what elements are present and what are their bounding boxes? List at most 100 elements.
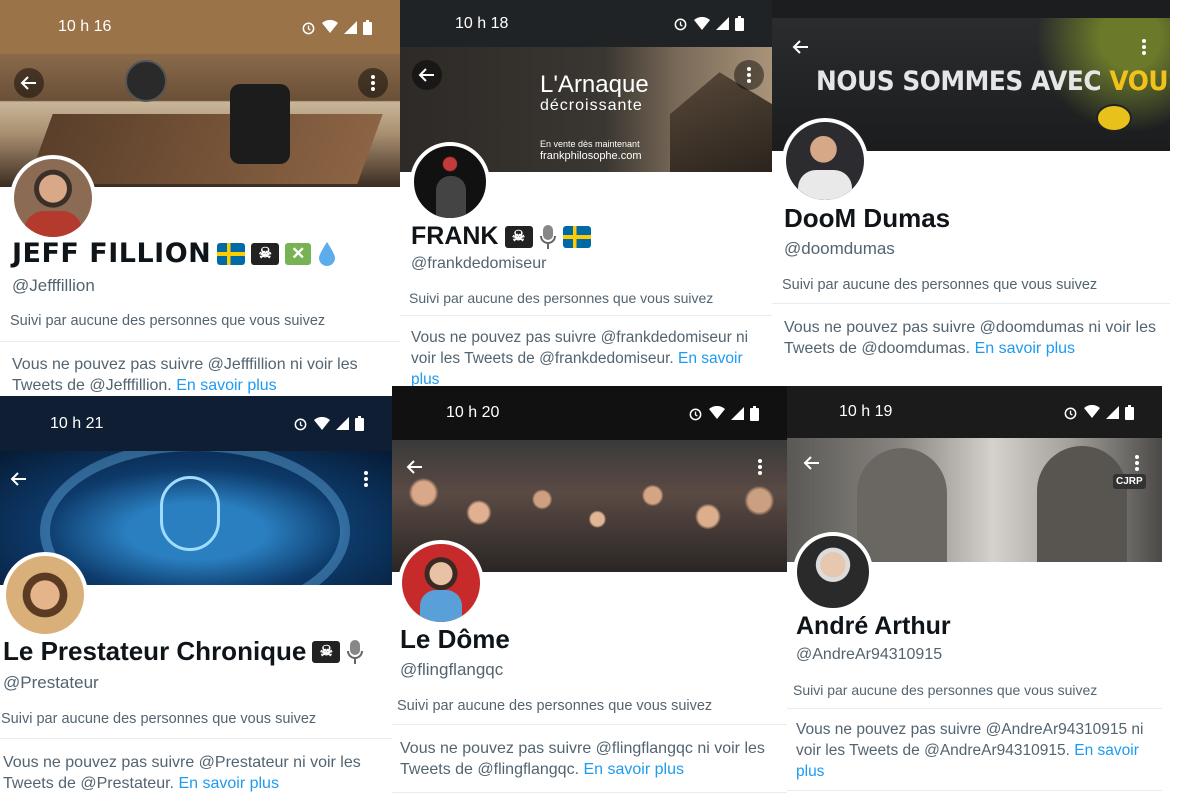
status-icons bbox=[1063, 404, 1134, 420]
pirate-flag-icon: ☠ bbox=[251, 242, 280, 265]
banner-subtitle: décroissante bbox=[540, 97, 643, 114]
wifi-icon bbox=[694, 16, 710, 30]
divider bbox=[0, 738, 392, 739]
banner-line1: En vente dès maintenant bbox=[540, 139, 640, 149]
profile-panel-jeff: 10 h 16 JEFF FILLION ☠ ✕ @Jefffillion Su… bbox=[0, 0, 400, 396]
profile-name-text: DooM Dumas bbox=[784, 203, 951, 233]
alarm-icon bbox=[294, 418, 307, 431]
more-button[interactable] bbox=[734, 60, 764, 90]
back-button[interactable] bbox=[412, 60, 442, 90]
divider bbox=[787, 790, 1162, 791]
flag-sweden-icon bbox=[217, 242, 246, 265]
profile-panel-prestateur: 10 h 21 Le Prestateur Chronique ☠ @Prest… bbox=[0, 396, 392, 808]
banner-headline: NOUS SOMMES AVEC VOUS bbox=[816, 66, 1170, 97]
profile-panel-frank: 10 h 18 L'Arnaque décroissante En vente … bbox=[400, 0, 772, 386]
profile-name: JEFF FILLION ☠ ✕ bbox=[12, 238, 337, 269]
profile-name-text: Le Prestateur Chronique bbox=[3, 636, 307, 666]
microphone-icon bbox=[347, 639, 364, 664]
more-button[interactable] bbox=[1129, 32, 1159, 62]
avatar-shirt bbox=[798, 170, 852, 200]
profile-name-text: André Arthur bbox=[796, 612, 951, 640]
profile-panel-ledome: 10 h 20 Le Dôme @flingflangqc Suivi par … bbox=[392, 386, 787, 808]
profile-handle: @flingflangqc bbox=[400, 660, 504, 679]
profile-name: Le Dôme bbox=[400, 624, 510, 655]
battery-icon bbox=[750, 405, 759, 421]
status-time: 10 h 21 bbox=[50, 414, 104, 432]
more-button[interactable] bbox=[1122, 448, 1152, 478]
avatar[interactable] bbox=[398, 540, 484, 626]
arrow-left-icon bbox=[418, 68, 434, 82]
back-button[interactable] bbox=[14, 68, 44, 98]
signal-icon bbox=[336, 417, 349, 430]
banner-microphone bbox=[160, 476, 220, 551]
more-button[interactable] bbox=[351, 464, 381, 494]
profile-name: FRANK ☠ bbox=[411, 222, 591, 251]
signal-icon bbox=[1106, 405, 1119, 419]
more-vertical-icon bbox=[1142, 39, 1146, 55]
blocked-message: Vous ne pouvez pas suivre @Jefffillion n… bbox=[12, 354, 392, 396]
learn-more-link[interactable]: En savoir plus bbox=[178, 775, 279, 792]
more-button[interactable] bbox=[358, 68, 388, 98]
divider bbox=[787, 708, 1162, 709]
avatar[interactable] bbox=[10, 155, 96, 241]
avatar-person bbox=[436, 176, 466, 218]
blocked-message: Vous ne pouvez pas suivre @frankdedomise… bbox=[411, 327, 763, 386]
back-button[interactable] bbox=[786, 32, 816, 62]
status-time: 10 h 19 bbox=[839, 403, 893, 420]
wifi-icon bbox=[322, 20, 338, 33]
arrow-left-icon bbox=[10, 472, 26, 486]
arrow-left-icon bbox=[20, 76, 36, 90]
avatar[interactable] bbox=[410, 142, 490, 222]
pirate-flag-icon: ☠ bbox=[504, 225, 533, 248]
flag-sweden-icon bbox=[562, 225, 591, 248]
status-bar: 10 h 19 bbox=[787, 386, 1162, 438]
followed-by-text: Suivi par aucune des personnes que vous … bbox=[409, 290, 714, 306]
status-bar: 10 h 21 bbox=[0, 396, 392, 451]
blocked-message: Vous ne pouvez pas suivre @Prestateur ni… bbox=[3, 752, 387, 794]
profile-name: Le Prestateur Chronique ☠ bbox=[3, 636, 364, 667]
banner-headline-accent: VOUS bbox=[1109, 66, 1170, 97]
alarm-icon bbox=[674, 18, 687, 31]
signal-icon bbox=[716, 17, 729, 30]
divider bbox=[392, 792, 787, 793]
pirate-flag-icon: ☠ bbox=[312, 640, 341, 663]
learn-more-link[interactable]: En savoir plus bbox=[176, 377, 277, 394]
battery-icon bbox=[735, 16, 744, 31]
learn-more-link[interactable]: En savoir plus bbox=[975, 340, 1076, 357]
status-time: 10 h 18 bbox=[455, 14, 509, 32]
microphone-icon bbox=[539, 224, 556, 249]
status-bar: 10 h 16 bbox=[0, 0, 400, 54]
back-button[interactable] bbox=[400, 452, 430, 482]
blocked-message-text: Vous ne pouvez pas suivre @doomdumas ni … bbox=[784, 319, 1156, 357]
status-time: 10 h 20 bbox=[446, 404, 500, 421]
avatar[interactable] bbox=[782, 118, 868, 204]
profile-handle: @doomdumas bbox=[784, 239, 895, 258]
banner-title: L'Arnaque bbox=[540, 71, 649, 98]
blocked-message: Vous ne pouvez pas suivre @AndreAr943109… bbox=[796, 719, 1152, 782]
avatar[interactable] bbox=[2, 552, 88, 638]
status-bar bbox=[772, 0, 1170, 18]
status-icons bbox=[688, 405, 759, 421]
profile-handle: @Jefffillion bbox=[12, 276, 95, 295]
profile-handle: @Prestateur bbox=[3, 673, 99, 692]
learn-more-link[interactable]: En savoir plus bbox=[583, 761, 684, 778]
blocked-message: Vous ne pouvez pas suivre @flingflangqc … bbox=[400, 738, 780, 780]
banner-line2: frankphilosophe.com bbox=[540, 150, 642, 162]
wifi-icon bbox=[709, 406, 725, 419]
cross-mark-icon: ✕ bbox=[285, 242, 312, 265]
arrow-left-icon bbox=[406, 460, 422, 474]
back-button[interactable] bbox=[797, 448, 827, 478]
profile-name-text: JEFF FILLION bbox=[12, 238, 212, 269]
followed-by-text: Suivi par aucune des personnes que vous … bbox=[793, 682, 1098, 698]
profile-handle: @AndreAr94310915 bbox=[796, 646, 943, 663]
more-button[interactable] bbox=[745, 452, 775, 482]
alarm-icon bbox=[1064, 407, 1077, 419]
alarm-icon bbox=[689, 408, 702, 420]
divider bbox=[392, 724, 787, 725]
more-vertical-icon bbox=[747, 67, 751, 83]
avatar[interactable] bbox=[793, 532, 873, 612]
wifi-icon bbox=[1084, 405, 1100, 418]
back-button[interactable] bbox=[4, 464, 34, 494]
more-vertical-icon bbox=[371, 75, 375, 91]
banner-lamp bbox=[125, 60, 167, 102]
